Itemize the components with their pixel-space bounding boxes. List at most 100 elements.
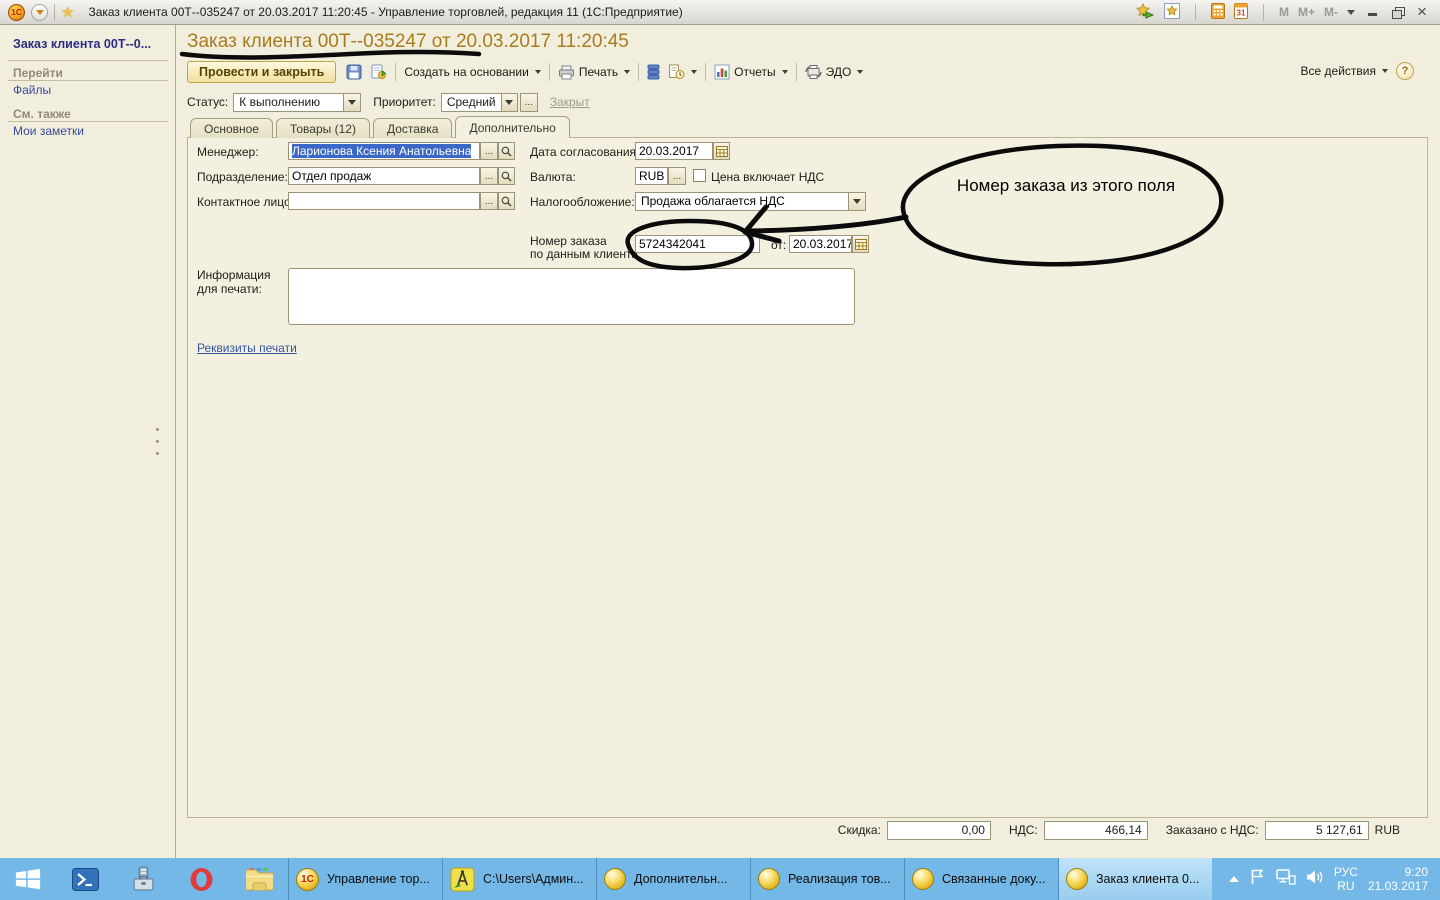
clock[interactable]: 9:20 21.03.2017 (1368, 865, 1428, 893)
chevron-down-icon (348, 100, 356, 105)
close-button[interactable]: × (1414, 2, 1430, 22)
register-records-button[interactable] (643, 62, 664, 82)
agree-date-field[interactable]: 20.03.2017 (635, 142, 713, 160)
server-manager-taskbar-icon[interactable] (114, 858, 172, 900)
taskbar-item-linked-docs[interactable]: Связанные доку... (904, 858, 1058, 900)
contact-search-button[interactable] (498, 192, 515, 210)
opera-taskbar-icon[interactable] (172, 858, 230, 900)
reports-button[interactable]: Отчеты (710, 62, 791, 82)
tax-label: Налогообложение: (530, 195, 635, 209)
titlebar-more-icon[interactable] (1347, 10, 1355, 15)
vat-included-checkbox[interactable] (693, 169, 706, 182)
server-manager-icon (130, 866, 157, 893)
closed-link[interactable]: Закрыт (550, 95, 590, 109)
onec-app-icon[interactable]: 1С (8, 4, 25, 21)
from-date-field[interactable]: 20.03.2017 (789, 235, 852, 253)
volume-icon[interactable] (1306, 869, 1324, 890)
status-value: К выполнению (234, 94, 343, 111)
department-select-button[interactable]: ... (480, 167, 498, 185)
save-and-new-button[interactable] (366, 62, 391, 82)
priority-label: Приоритет: (373, 95, 436, 109)
sidebar: Заказ клиента 00Т--0... Перейти Файлы См… (0, 25, 176, 858)
taskbar-item-additional[interactable]: Дополнительн... (596, 858, 750, 900)
onec-sphere-icon (1066, 868, 1088, 890)
main-menu-button[interactable] (31, 4, 48, 21)
language-indicator[interactable]: РУС RU (1334, 865, 1358, 893)
print-details-link[interactable]: Реквизиты печати (197, 341, 297, 355)
add-favorite-icon[interactable] (1136, 3, 1155, 22)
department-field[interactable]: Отдел продаж (288, 167, 480, 185)
taskbar-item-realization[interactable]: Реализация тов... (750, 858, 904, 900)
tab-main[interactable]: Основное (190, 118, 273, 138)
network-icon[interactable] (1276, 869, 1296, 890)
from-date-calendar-button[interactable] (852, 235, 869, 253)
currency-field[interactable]: RUB (635, 167, 668, 185)
manager-field[interactable]: Ларионова Ксения Анатольевна (288, 142, 480, 160)
action-center-flag-icon[interactable] (1249, 868, 1266, 890)
window-titlebar: 1С ★ Заказ клиента 00Т--035247 от 20.03.… (0, 0, 1440, 25)
memory-button[interactable]: M (1279, 5, 1289, 19)
manager-search-button[interactable] (498, 142, 515, 160)
taskbar-item-users-folder[interactable]: C:\Users\Админ... (442, 858, 596, 900)
calculator-icon[interactable] (1211, 3, 1225, 22)
currency-select-button[interactable]: ... (668, 167, 686, 185)
post-and-close-button[interactable]: Провести и закрыть (187, 61, 336, 83)
status-combobox[interactable]: К выполнению (233, 93, 361, 112)
splitter-grip[interactable] (156, 452, 160, 456)
minimize-button[interactable] (1364, 4, 1380, 20)
create-based-on-button[interactable]: Создать на основании (400, 63, 545, 81)
taskbar-item-customer-order[interactable]: Заказ клиента 0... (1058, 858, 1212, 900)
priority-combobox[interactable]: Средний (441, 93, 518, 112)
print-info-textarea[interactable] (288, 268, 855, 325)
calendar-icon[interactable]: 31 (1234, 3, 1248, 22)
contact-select-button[interactable]: ... (480, 192, 498, 210)
taskbar-item-trade-management[interactable]: 1С Управление тор... (288, 858, 442, 900)
powershell-taskbar-icon[interactable] (56, 858, 114, 900)
sidebar-document-header: Заказ клиента 00Т--0... (13, 37, 151, 51)
splitter-grip[interactable] (156, 428, 160, 432)
agree-date-calendar-button[interactable] (713, 142, 730, 160)
all-actions-button[interactable]: Все действия (1301, 64, 1388, 78)
discount-field[interactable]: 0,00 (887, 821, 991, 840)
department-label: Подразделение: (197, 170, 288, 184)
onec-sphere-icon (912, 868, 934, 890)
priority-select-button[interactable]: ... (520, 93, 538, 112)
toolbar-separator (638, 63, 639, 81)
memory-plus-button[interactable]: M+ (1298, 5, 1315, 19)
explorer-taskbar-icon[interactable] (230, 858, 288, 900)
sidebar-item-my-notes[interactable]: Мои заметки (13, 124, 84, 138)
from-date-value: 20.03.2017 (793, 237, 852, 251)
order-num-field[interactable]: 5724342041 (635, 235, 760, 253)
tray-expand-icon[interactable] (1229, 876, 1239, 882)
powershell-icon (72, 868, 99, 891)
total-with-vat-field[interactable]: 5 127,61 (1265, 821, 1369, 840)
start-button[interactable] (0, 858, 56, 900)
tab-additional[interactable]: Дополнительно (455, 116, 569, 138)
sidebar-item-files[interactable]: Файлы (13, 83, 51, 97)
tax-combobox[interactable]: Продажа облагается НДС (635, 192, 866, 211)
window-title: Заказ клиента 00Т--035247 от 20.03.2017 … (88, 5, 682, 19)
sidebar-section-see-also: См. также (13, 107, 71, 121)
favorites-star-icon[interactable]: ★ (61, 3, 74, 21)
splitter-grip[interactable] (156, 440, 160, 444)
order-num-label-line1: Номер заказа (530, 234, 607, 248)
contact-field[interactable] (288, 192, 480, 210)
status-dropdown-button[interactable] (343, 94, 360, 111)
favorites-list-icon[interactable] (1164, 3, 1180, 22)
language-primary: РУС (1334, 865, 1358, 879)
help-button[interactable]: ? (1396, 62, 1414, 80)
tab-goods[interactable]: Товары (12) (276, 118, 370, 138)
edo-button[interactable]: ЭДО (801, 62, 868, 82)
system-tray: РУС RU 9:20 21.03.2017 (1229, 858, 1440, 900)
tab-delivery[interactable]: Доставка (373, 118, 453, 138)
tax-dropdown-button[interactable] (848, 193, 865, 210)
department-search-button[interactable] (498, 167, 515, 185)
priority-dropdown-button[interactable] (501, 94, 517, 111)
memory-minus-button[interactable]: M- (1324, 5, 1338, 19)
save-button[interactable] (342, 62, 366, 82)
print-button[interactable]: Печать (554, 63, 634, 82)
manager-select-button[interactable]: ... (480, 142, 498, 160)
document-log-button[interactable] (664, 62, 701, 82)
vat-total-field[interactable]: 466,14 (1044, 821, 1148, 840)
restore-button[interactable] (1389, 4, 1405, 20)
